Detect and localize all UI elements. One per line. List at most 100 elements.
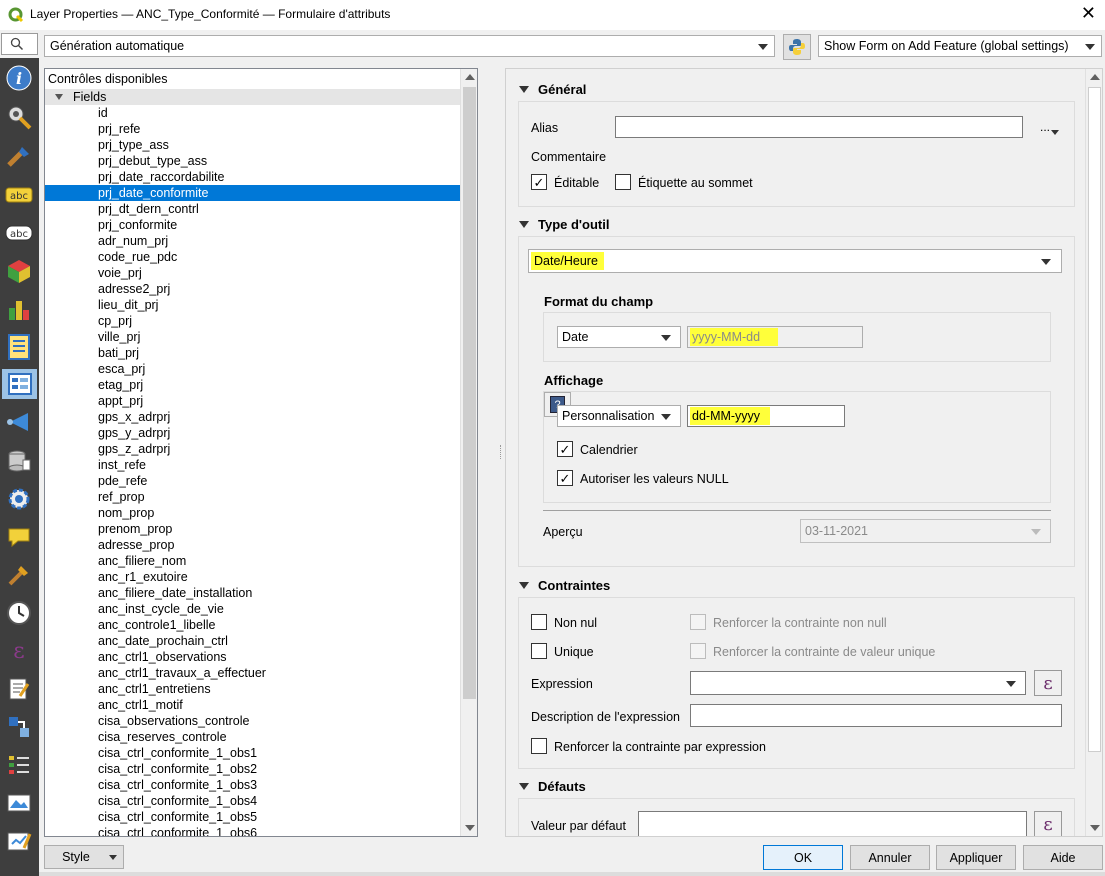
enforce-expression-checkbox[interactable] (531, 738, 547, 754)
tree-field-item[interactable]: anc_date_prochain_ctrl (45, 633, 461, 649)
collapse-arrow-icon[interactable] (519, 783, 529, 790)
tree-field-item[interactable]: anc_controle1_libelle (45, 617, 461, 633)
tree-field-item[interactable]: prj_type_ass (45, 137, 461, 153)
tree-field-item[interactable]: anc_filiere_nom (45, 553, 461, 569)
scroll-down-icon[interactable] (1090, 825, 1100, 831)
masks-icon[interactable]: abc (4, 218, 34, 248)
scroll-down-icon[interactable] (465, 825, 475, 831)
tree-field-item[interactable]: prj_dt_dern_contrl (45, 201, 461, 217)
tree-field-item[interactable]: prj_refe (45, 121, 461, 137)
display-icon[interactable] (4, 522, 34, 552)
tree-field-item[interactable]: gps_z_adrprj (45, 441, 461, 457)
tree-field-item[interactable]: cisa_observations_controle (45, 713, 461, 729)
tree-field-item[interactable]: cisa_ctrl_conformite_1_obs4 (45, 793, 461, 809)
constraints-section-title[interactable]: Contraintes (538, 578, 610, 593)
tree-field-item[interactable]: prj_date_conformite (45, 185, 461, 201)
collapse-arrow-icon[interactable] (519, 221, 529, 228)
ok-button[interactable]: OK (763, 845, 843, 870)
tree-field-item[interactable]: code_rue_pdc (45, 249, 461, 265)
scrollbar-thumb[interactable] (463, 87, 476, 699)
tree-field-item[interactable]: cisa_ctrl_conformite_1_obs5 (45, 809, 461, 825)
expression-input[interactable] (690, 671, 1026, 695)
tree-field-item[interactable]: adresse_prop (45, 537, 461, 553)
help-button[interactable]: Aide (1023, 845, 1103, 870)
temporal-icon[interactable] (4, 598, 34, 628)
not-null-checkbox[interactable] (531, 614, 547, 630)
tree-field-item[interactable]: cisa_ctrl_conformite_1_obs6 (45, 825, 461, 836)
widget-type-section-title[interactable]: Type d'outil (538, 217, 609, 232)
tree-field-item[interactable]: cisa_ctrl_conformite_1_obs1 (45, 745, 461, 761)
python-init-button[interactable] (783, 34, 811, 60)
info-icon[interactable]: i (4, 63, 34, 93)
tree-field-item[interactable]: etag_prj (45, 377, 461, 393)
tree-scrollbar[interactable] (460, 69, 477, 836)
tree-field-item[interactable]: cisa_ctrl_conformite_1_obs2 (45, 761, 461, 777)
field-format-type-select[interactable]: Date (557, 326, 681, 348)
tree-field-item[interactable]: prj_conformite (45, 217, 461, 233)
tree-field-item[interactable]: cp_prj (45, 313, 461, 329)
tree-field-item[interactable]: anc_filiere_date_installation (45, 585, 461, 601)
tree-field-item[interactable]: anc_ctrl1_travaux_a_effectuer (45, 665, 461, 681)
tree-field-item[interactable]: lieu_dit_prj (45, 297, 461, 313)
tree-field-item[interactable]: gps_y_adrprj (45, 425, 461, 441)
tree-field-item[interactable]: inst_refe (45, 457, 461, 473)
display-mode-select[interactable]: Personnalisation (557, 405, 681, 427)
splitter-handle[interactable] (500, 445, 503, 459)
dependencies-icon[interactable] (4, 712, 34, 742)
digitizing-icon[interactable] (4, 826, 34, 856)
calendar-checkbox[interactable]: ✓ (557, 441, 573, 457)
enforce-not-null-checkbox[interactable] (690, 614, 706, 630)
enforce-unique-checkbox[interactable] (690, 643, 706, 659)
tree-field-item[interactable]: anc_inst_cycle_de_vie (45, 601, 461, 617)
tree-field-item[interactable]: anc_ctrl1_entretiens (45, 681, 461, 697)
diagrams-icon[interactable] (4, 294, 34, 324)
scroll-up-icon[interactable] (1090, 74, 1100, 80)
available-widgets-tree[interactable]: Contrôles disponibles Fields id prj_refe p… (44, 68, 478, 837)
tree-field-item[interactable]: nom_prop (45, 505, 461, 521)
form-on-add-select[interactable]: Show Form on Add Feature (global setting… (818, 35, 1102, 57)
search-input[interactable] (1, 33, 38, 55)
tree-field-item[interactable]: adr_num_prj (45, 233, 461, 249)
collapse-arrow-icon[interactable] (519, 86, 529, 93)
tree-field-item[interactable]: anc_r1_exutoire (45, 569, 461, 585)
display-format-input[interactable]: dd-MM-yyyy (687, 405, 845, 427)
symbology-icon[interactable] (4, 141, 34, 171)
label-on-top-checkbox[interactable] (615, 174, 631, 190)
cancel-button[interactable]: Annuler (850, 845, 930, 870)
tree-field-item[interactable]: bati_prj (45, 345, 461, 361)
tree-field-item[interactable]: gps_x_adrprj (45, 409, 461, 425)
style-menu-button[interactable]: Style (44, 845, 124, 869)
tree-field-item[interactable]: pde_refe (45, 473, 461, 489)
tree-field-item[interactable]: voie_prj (45, 265, 461, 281)
unique-checkbox[interactable] (531, 643, 547, 659)
tree-field-item[interactable]: anc_ctrl1_observations (45, 649, 461, 665)
metadata-icon[interactable] (4, 674, 34, 704)
expression-builder-button[interactable]: ε (1034, 670, 1062, 696)
default-value-input[interactable] (638, 811, 1027, 836)
tree-field-item[interactable]: ref_prop (45, 489, 461, 505)
fields-icon[interactable] (4, 332, 34, 362)
close-icon[interactable]: ✕ (1081, 4, 1096, 22)
tree-root-fields[interactable]: Fields (45, 89, 461, 105)
editable-checkbox[interactable]: ✓ (531, 174, 547, 190)
tree-field-item[interactable]: anc_ctrl1_motif (45, 697, 461, 713)
tree-field-item[interactable]: prj_date_raccordabilite (45, 169, 461, 185)
tree-field-item[interactable]: adresse2_prj (45, 281, 461, 297)
tree-field-item[interactable]: id (45, 105, 461, 121)
rendering-icon[interactable] (4, 560, 34, 590)
scroll-up-icon[interactable] (465, 74, 475, 80)
attributes-form-icon[interactable] (2, 369, 37, 399)
defaults-section-title[interactable]: Défauts (538, 779, 586, 794)
labels-icon[interactable]: abc (4, 180, 34, 210)
alias-more-button[interactable]: ... (1040, 120, 1050, 134)
config-scrollbar[interactable] (1085, 69, 1102, 836)
variables-icon[interactable]: ε (4, 636, 34, 666)
joins-icon[interactable] (4, 407, 34, 437)
qgis-server-icon[interactable] (4, 788, 34, 818)
alias-input[interactable] (615, 116, 1023, 138)
tree-field-item[interactable]: prj_debut_type_ass (45, 153, 461, 169)
collapse-arrow-icon[interactable] (55, 94, 63, 100)
expression-description-input[interactable] (690, 704, 1062, 727)
source-icon[interactable] (4, 102, 34, 132)
auxiliary-storage-icon[interactable] (4, 446, 34, 476)
